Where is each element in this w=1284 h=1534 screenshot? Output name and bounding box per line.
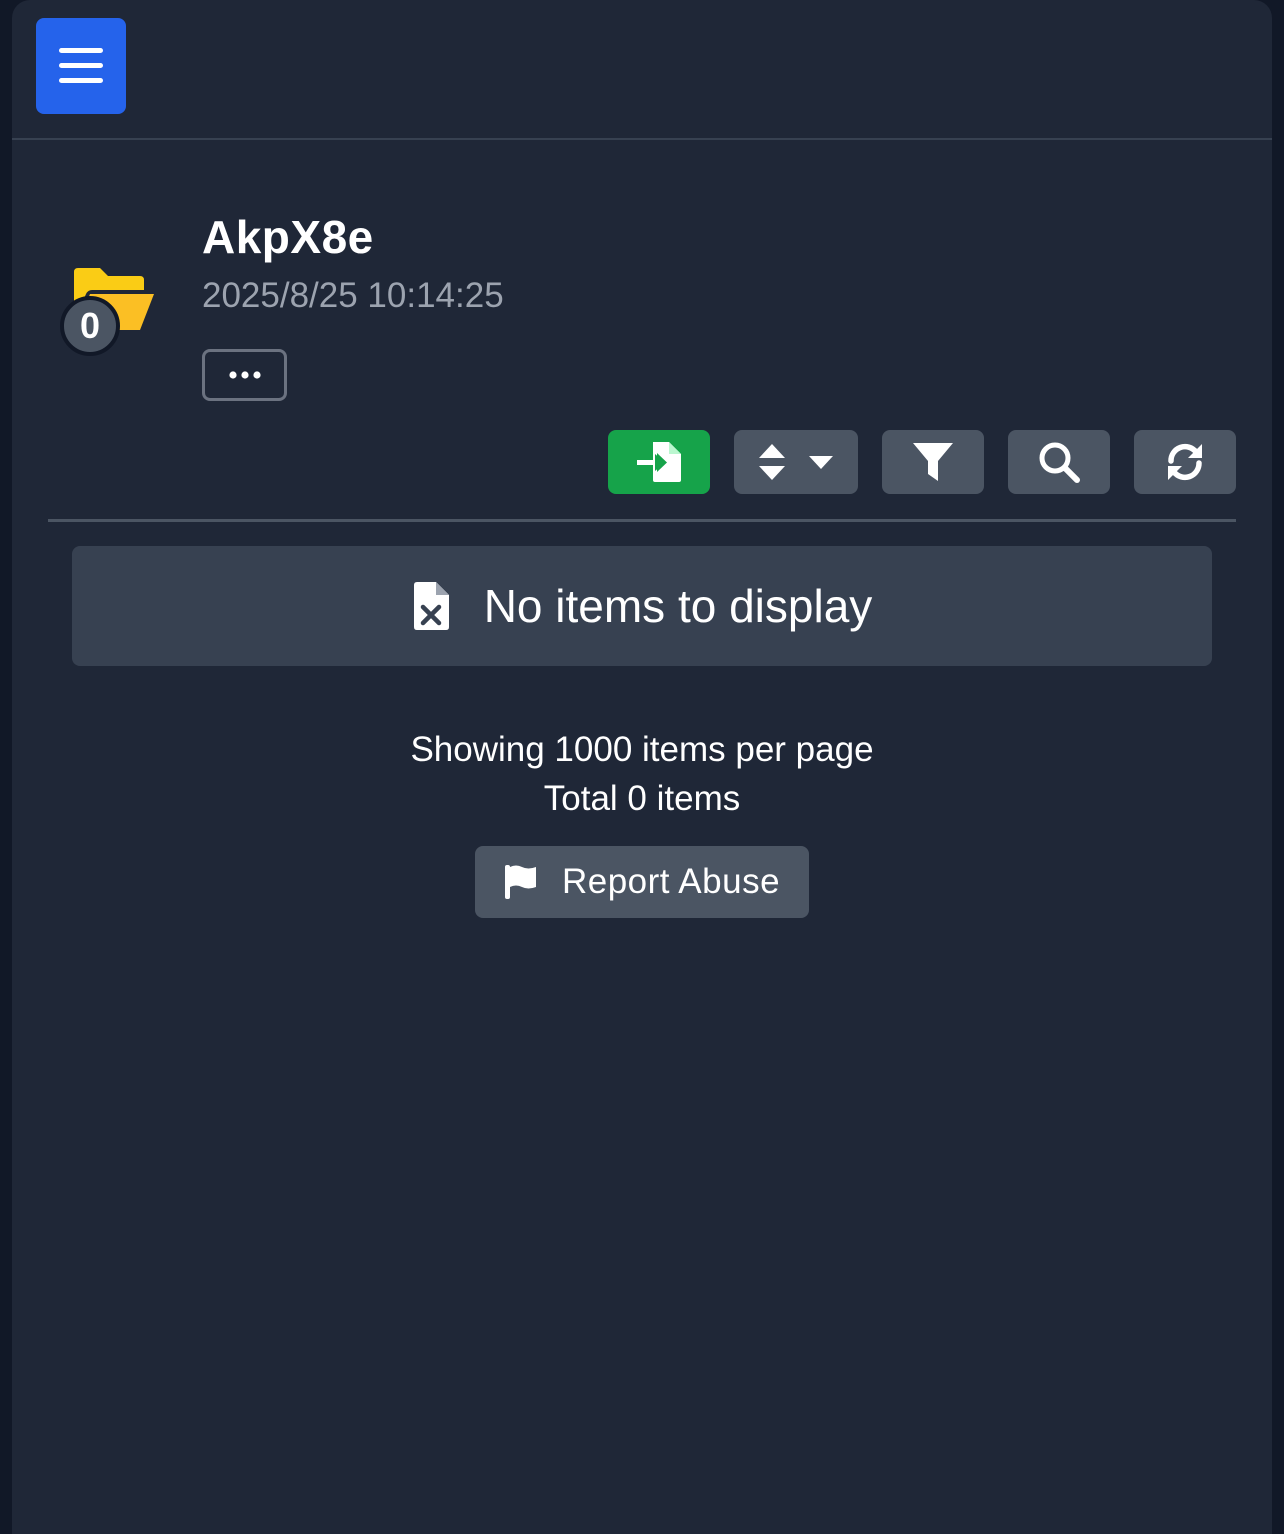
search-icon (1039, 442, 1080, 483)
per-page-text: Showing 1000 items per page (410, 730, 874, 769)
report-abuse-label: Report Abuse (561, 862, 781, 901)
ellipsis-icon (228, 371, 261, 379)
search-button[interactable] (1008, 430, 1110, 494)
top-bar (12, 0, 1272, 140)
folder-title: AkpX8e (202, 211, 374, 263)
chevron-down-icon (809, 456, 833, 469)
refresh-icon (1168, 443, 1202, 481)
empty-state-text: No items to display (483, 580, 873, 632)
toolbar-divider (48, 519, 1236, 522)
sort-icon (759, 444, 785, 480)
menu-button[interactable] (36, 18, 126, 114)
file-import-icon (637, 442, 681, 482)
report-abuse-button[interactable]: Report Abuse (475, 846, 809, 918)
total-items-text: Total 0 items (543, 779, 741, 818)
folder-datetime: 2025/8/25 10:14:25 (202, 276, 504, 315)
filter-button[interactable] (882, 430, 984, 494)
more-options-button[interactable] (202, 349, 287, 401)
sort-button[interactable] (734, 430, 858, 494)
main-panel: 0 AkpX8e 2025/8/25 10:14:25 No items to … (12, 0, 1272, 1534)
import-button[interactable] (608, 430, 710, 494)
flag-icon (504, 865, 536, 899)
item-count-badge: 0 (60, 296, 120, 356)
hamburger-menu-icon (59, 48, 103, 83)
file-excel-icon (413, 582, 449, 630)
refresh-button[interactable] (1134, 430, 1236, 494)
empty-state: No items to display (72, 546, 1212, 666)
filter-icon (913, 443, 953, 481)
